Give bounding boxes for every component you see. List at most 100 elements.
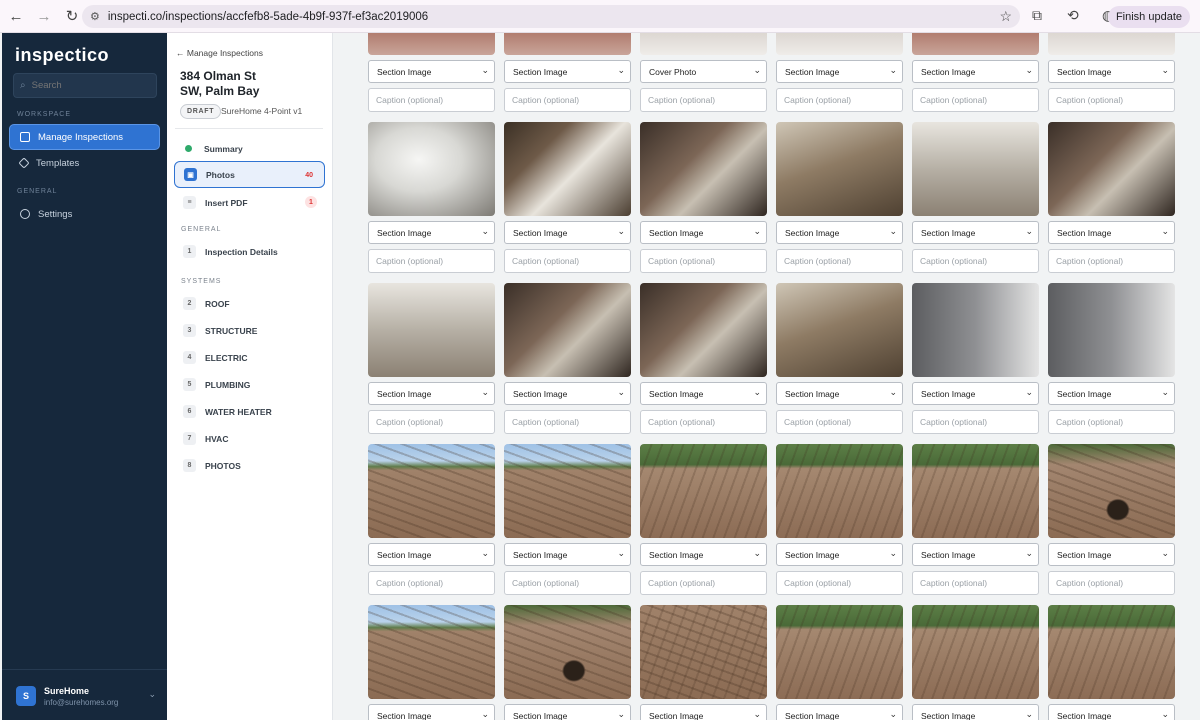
inspection-photo[interactable] bbox=[912, 122, 1039, 216]
nav-item-inspection-details[interactable]: 1 Inspection Details bbox=[174, 238, 325, 265]
inspection-photo[interactable] bbox=[368, 122, 495, 216]
reload-icon[interactable]: ↻ bbox=[60, 4, 84, 28]
caption-input[interactable]: Caption (optional) bbox=[1048, 88, 1175, 112]
photo-type-select[interactable]: Section Image ⌄ bbox=[504, 382, 631, 405]
caption-input[interactable]: Caption (optional) bbox=[912, 571, 1039, 595]
photo-type-select[interactable]: Section Image ⌄ bbox=[776, 704, 903, 720]
sidebar-item-settings[interactable]: Settings bbox=[10, 202, 159, 226]
site-info-icon[interactable]: ⚙ bbox=[90, 10, 100, 23]
photo-type-select[interactable]: Section Image ⌄ bbox=[504, 543, 631, 566]
photo-type-select[interactable]: Section Image ⌄ bbox=[912, 60, 1039, 83]
photo-type-select[interactable]: Section Image ⌄ bbox=[368, 704, 495, 720]
caption-input[interactable]: Caption (optional) bbox=[776, 88, 903, 112]
inspection-photo[interactable] bbox=[640, 122, 767, 216]
caption-input[interactable]: Caption (optional) bbox=[504, 88, 631, 112]
inspection-photo[interactable] bbox=[912, 283, 1039, 377]
inspection-photo[interactable] bbox=[368, 444, 495, 538]
photo-type-select[interactable]: Section Image ⌄ bbox=[912, 704, 1039, 720]
address-bar[interactable]: ⚙ inspecti.co/inspections/accfefb8-5ade-… bbox=[82, 5, 1020, 28]
caption-input[interactable]: Caption (optional) bbox=[776, 249, 903, 273]
photo-type-select[interactable]: Section Image ⌄ bbox=[368, 543, 495, 566]
caption-input[interactable]: Caption (optional) bbox=[912, 410, 1039, 434]
caption-input[interactable]: Caption (optional) bbox=[1048, 571, 1175, 595]
inspection-photo[interactable] bbox=[912, 444, 1039, 538]
caption-input[interactable]: Caption (optional) bbox=[1048, 249, 1175, 273]
inspection-photo[interactable] bbox=[640, 605, 767, 699]
inspection-photo[interactable] bbox=[776, 444, 903, 538]
photo-type-select[interactable]: Section Image ⌄ bbox=[912, 382, 1039, 405]
inspection-photo[interactable] bbox=[504, 605, 631, 699]
photo-type-select[interactable]: Section Image ⌄ bbox=[776, 543, 903, 566]
caption-input[interactable]: Caption (optional) bbox=[776, 571, 903, 595]
caption-input[interactable]: Caption (optional) bbox=[912, 249, 1039, 273]
finish-update-button[interactable]: Finish update bbox=[1107, 6, 1190, 28]
user-menu[interactable]: S SureHome info@surehomes.org ⌄ bbox=[16, 683, 156, 709]
inspection-photo[interactable] bbox=[1048, 605, 1175, 699]
caption-input[interactable]: Caption (optional) bbox=[640, 410, 767, 434]
back-to-inspections-link[interactable]: ← Manage Inspections bbox=[176, 48, 263, 58]
photo-type-select[interactable]: Section Image ⌄ bbox=[640, 543, 767, 566]
nav-item-photos[interactable]: ▣ Photos 40 bbox=[174, 161, 325, 188]
inspection-photo[interactable] bbox=[640, 283, 767, 377]
photo-type-select[interactable]: Section Image ⌄ bbox=[368, 60, 495, 83]
photo-type-select[interactable]: Section Image ⌄ bbox=[504, 60, 631, 83]
caption-input[interactable]: Caption (optional) bbox=[504, 410, 631, 434]
photo-type-select[interactable]: Section Image ⌄ bbox=[368, 221, 495, 244]
caption-input[interactable]: Caption (optional) bbox=[912, 88, 1039, 112]
inspection-photo[interactable] bbox=[776, 605, 903, 699]
inspection-photo[interactable] bbox=[504, 283, 631, 377]
inspection-photo[interactable] bbox=[1048, 33, 1175, 55]
caption-input[interactable]: Caption (optional) bbox=[368, 571, 495, 595]
caption-input[interactable]: Caption (optional) bbox=[640, 88, 767, 112]
inspection-photo[interactable] bbox=[776, 283, 903, 377]
caption-input[interactable]: Caption (optional) bbox=[640, 249, 767, 273]
caption-input[interactable]: Caption (optional) bbox=[368, 410, 495, 434]
inspection-photo[interactable] bbox=[1048, 283, 1175, 377]
caption-input[interactable]: Caption (optional) bbox=[640, 571, 767, 595]
photo-type-select[interactable]: Cover Photo ⌄ bbox=[640, 60, 767, 83]
extensions-icon[interactable]: ⧉ bbox=[1032, 7, 1042, 24]
photo-type-select[interactable]: Section Image ⌄ bbox=[912, 221, 1039, 244]
photo-type-select[interactable]: Section Image ⌄ bbox=[504, 704, 631, 720]
nav-item-summary[interactable]: Summary bbox=[174, 135, 325, 162]
history-icon[interactable]: ⟲ bbox=[1067, 7, 1079, 24]
inspection-photo[interactable] bbox=[776, 122, 903, 216]
inspection-photo[interactable] bbox=[912, 33, 1039, 55]
search-box[interactable]: ⌕ bbox=[13, 73, 157, 98]
inspection-photo[interactable] bbox=[776, 33, 903, 55]
inspection-photo[interactable] bbox=[1048, 444, 1175, 538]
chevron-down-icon[interactable]: ⌄ bbox=[148, 689, 156, 700]
nav-item-plumbing[interactable]: 5 PLUMBING bbox=[174, 371, 325, 398]
inspection-photo[interactable] bbox=[912, 605, 1039, 699]
caption-input[interactable]: Caption (optional) bbox=[368, 88, 495, 112]
nav-item-water-heater[interactable]: 6 WATER HEATER bbox=[174, 398, 325, 425]
photo-type-select[interactable]: Section Image ⌄ bbox=[1048, 382, 1175, 405]
photo-type-select[interactable]: Section Image ⌄ bbox=[1048, 543, 1175, 566]
nav-item-electric[interactable]: 4 ELECTRIC bbox=[174, 344, 325, 371]
inspection-photo[interactable] bbox=[640, 444, 767, 538]
photo-type-select[interactable]: Section Image ⌄ bbox=[640, 221, 767, 244]
photo-type-select[interactable]: Section Image ⌄ bbox=[776, 221, 903, 244]
search-input[interactable] bbox=[31, 80, 142, 91]
inspection-photo[interactable] bbox=[640, 33, 767, 55]
caption-input[interactable]: Caption (optional) bbox=[1048, 410, 1175, 434]
nav-item-hvac[interactable]: 7 HVAC bbox=[174, 425, 325, 452]
nav-item-roof[interactable]: 2 ROOF bbox=[174, 290, 325, 317]
caption-input[interactable]: Caption (optional) bbox=[776, 410, 903, 434]
sidebar-item-manage-inspections[interactable]: Manage Inspections bbox=[10, 125, 159, 149]
bookmark-star-icon[interactable]: ☆ bbox=[999, 8, 1012, 25]
photo-type-select[interactable]: Section Image ⌄ bbox=[1048, 221, 1175, 244]
forward-icon[interactable]: → bbox=[32, 4, 56, 28]
nav-item-insert-pdf[interactable]: ≡ Insert PDF 1 bbox=[174, 189, 325, 216]
inspection-photo[interactable] bbox=[368, 33, 495, 55]
photo-type-select[interactable]: Section Image ⌄ bbox=[776, 60, 903, 83]
photo-type-select[interactable]: Section Image ⌄ bbox=[1048, 60, 1175, 83]
photo-type-select[interactable]: Section Image ⌄ bbox=[640, 704, 767, 720]
inspection-photo[interactable] bbox=[504, 122, 631, 216]
caption-input[interactable]: Caption (optional) bbox=[504, 249, 631, 273]
photo-type-select[interactable]: Section Image ⌄ bbox=[1048, 704, 1175, 720]
back-icon[interactable]: ← bbox=[4, 4, 28, 28]
sidebar-item-templates[interactable]: Templates bbox=[10, 151, 159, 175]
inspection-photo[interactable] bbox=[368, 605, 495, 699]
photo-type-select[interactable]: Section Image ⌄ bbox=[776, 382, 903, 405]
